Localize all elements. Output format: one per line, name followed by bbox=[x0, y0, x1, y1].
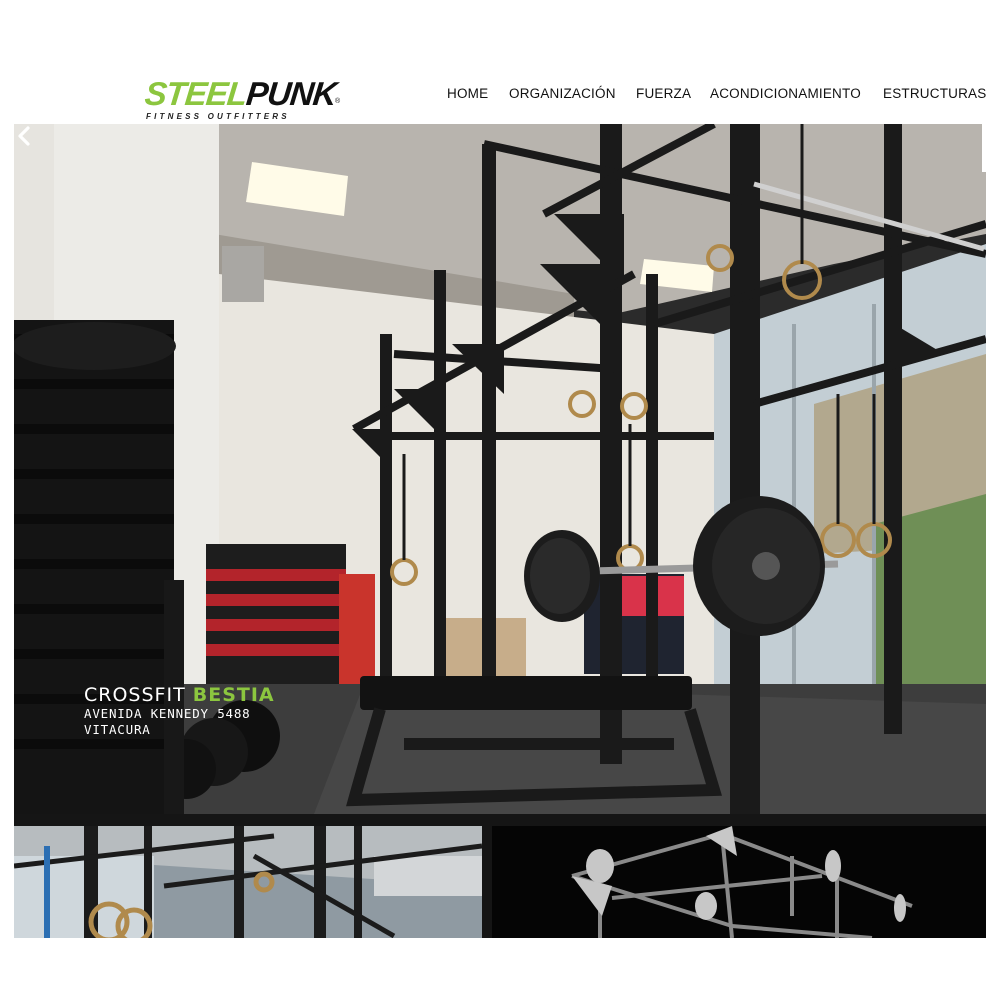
logo-registered-mark: ® bbox=[335, 98, 341, 105]
caption-title: CROSSFIT BESTIA bbox=[84, 684, 275, 706]
rig-structure-thumbnail-image bbox=[492, 826, 986, 938]
thumbnail-rig-structure[interactable] bbox=[492, 826, 986, 938]
brand-logo[interactable]: STEELPUNK ® FITNESS OUTFITTERS bbox=[143, 75, 345, 124]
nav-item-home[interactable]: HOME bbox=[447, 86, 488, 101]
nav-item-acondicionamiento[interactable]: ACONDICIONAMIENTO bbox=[710, 86, 861, 101]
hero-slider[interactable]: CROSSFIT BESTIA AVENIDA KENNEDY 5488 VIT… bbox=[14, 124, 986, 814]
logo-punk: PUNK bbox=[244, 75, 338, 112]
logo-tagline: FITNESS OUTFITTERS bbox=[146, 112, 290, 121]
gym-rings-thumbnail-image bbox=[14, 826, 482, 938]
thumbnail-strip bbox=[14, 814, 986, 938]
caption-address: AVENIDA KENNEDY 5488 bbox=[84, 706, 251, 721]
caption-title-prefix: CROSSFIT bbox=[84, 684, 186, 706]
thumbnail-gym-rings[interactable] bbox=[14, 826, 482, 938]
nav-item-organizacion[interactable]: ORGANIZACIÓN bbox=[509, 86, 616, 101]
nav-item-fuerza[interactable]: FUERZA bbox=[636, 86, 691, 101]
slide-edge-marker bbox=[982, 124, 986, 172]
caption-city: VITACURA bbox=[84, 722, 151, 737]
logo-wordmark: STEELPUNK bbox=[143, 75, 338, 112]
nav-item-estructuras[interactable]: ESTRUCTURAS bbox=[883, 86, 986, 101]
logo-steel: STEEL bbox=[143, 75, 249, 112]
chevron-left-icon[interactable] bbox=[14, 124, 34, 148]
caption-title-accent: BESTIA bbox=[192, 684, 275, 706]
slide-caption: CROSSFIT BESTIA AVENIDA KENNEDY 5488 VIT… bbox=[84, 684, 275, 738]
